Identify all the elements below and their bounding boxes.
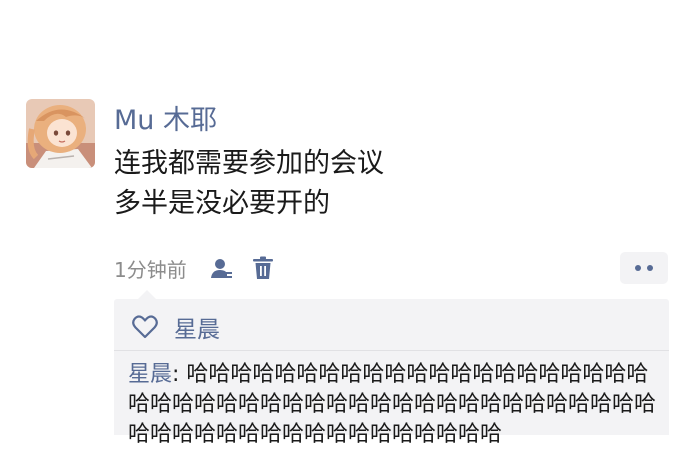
likes-comments-panel: 星晨 星晨: 哈哈哈哈哈哈哈哈哈哈哈哈哈哈哈哈哈哈哈哈哈哈哈哈哈哈哈哈哈哈哈哈哈…	[114, 290, 669, 447]
liker-name[interactable]: 星晨	[174, 310, 220, 344]
post-timestamp: 1分钟前	[114, 257, 187, 282]
post-author-name[interactable]: Mu 木耶	[114, 103, 217, 139]
more-dot	[635, 265, 641, 271]
post-text: 连我都需要参加的会议 多半是没必要开的	[114, 144, 384, 224]
anime-girl-avatar-icon	[26, 99, 95, 168]
avatar[interactable]	[26, 99, 95, 168]
panel-notch	[138, 290, 156, 299]
post-text-line: 连我都需要参加的会议	[114, 148, 384, 179]
more-dots-button[interactable]	[620, 252, 668, 284]
panel-divider	[114, 350, 669, 351]
heart-outline-icon	[130, 312, 160, 342]
likes-row: 星晨	[130, 309, 220, 345]
trash-icon[interactable]	[249, 254, 277, 282]
comment-author[interactable]: 星晨	[128, 362, 172, 387]
contact-visibility-icon[interactable]	[207, 254, 235, 282]
more-dot	[647, 265, 653, 271]
comment-item[interactable]: 星晨: 哈哈哈哈哈哈哈哈哈哈哈哈哈哈哈哈哈哈哈哈哈哈哈哈哈哈哈哈哈哈哈哈哈哈哈哈…	[128, 360, 664, 450]
comment-separator: :	[172, 362, 187, 387]
comment-text: 哈哈哈哈哈哈哈哈哈哈哈哈哈哈哈哈哈哈哈哈哈哈哈哈哈哈哈哈哈哈哈哈哈哈哈哈哈哈哈哈…	[128, 362, 657, 447]
post-meta-row: 1分钟前	[114, 252, 277, 284]
post-text-line: 多半是没必要开的	[114, 188, 330, 219]
